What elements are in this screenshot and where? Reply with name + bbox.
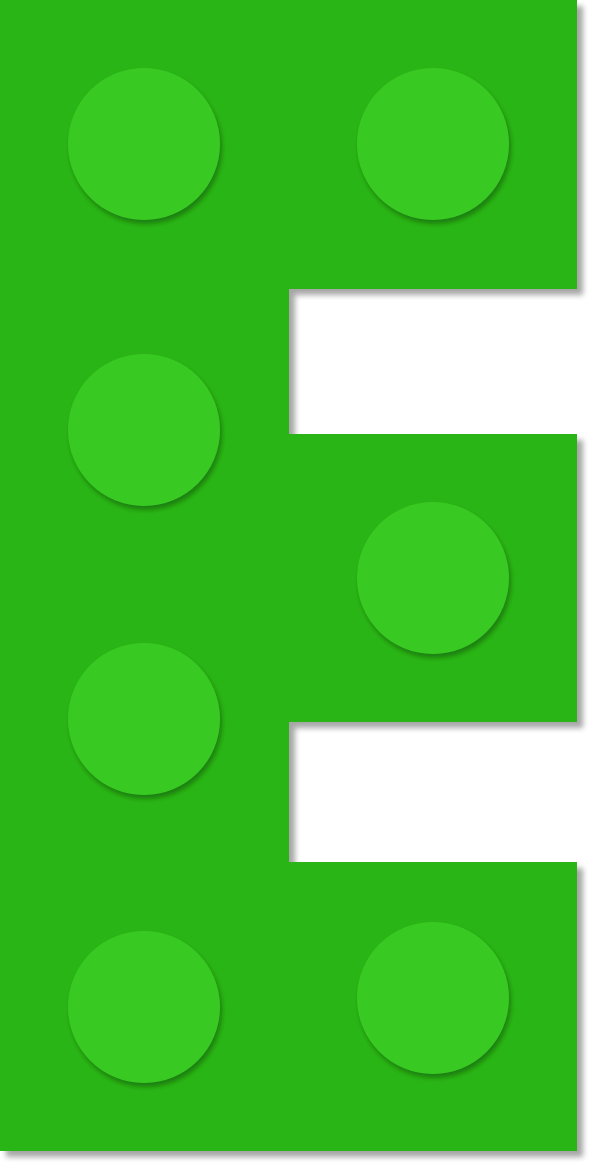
letter-e-brick-svg xyxy=(0,0,577,1151)
stud-top-right xyxy=(357,68,509,220)
stud-middle-right xyxy=(357,502,509,654)
stud-upper-left xyxy=(68,354,220,506)
stud-lower-left xyxy=(68,643,220,795)
stud-top-left xyxy=(68,68,220,220)
letter-e-brick-figure xyxy=(0,0,597,1173)
stud-bottom-right xyxy=(357,922,509,1074)
stud-bottom-left xyxy=(68,931,220,1083)
